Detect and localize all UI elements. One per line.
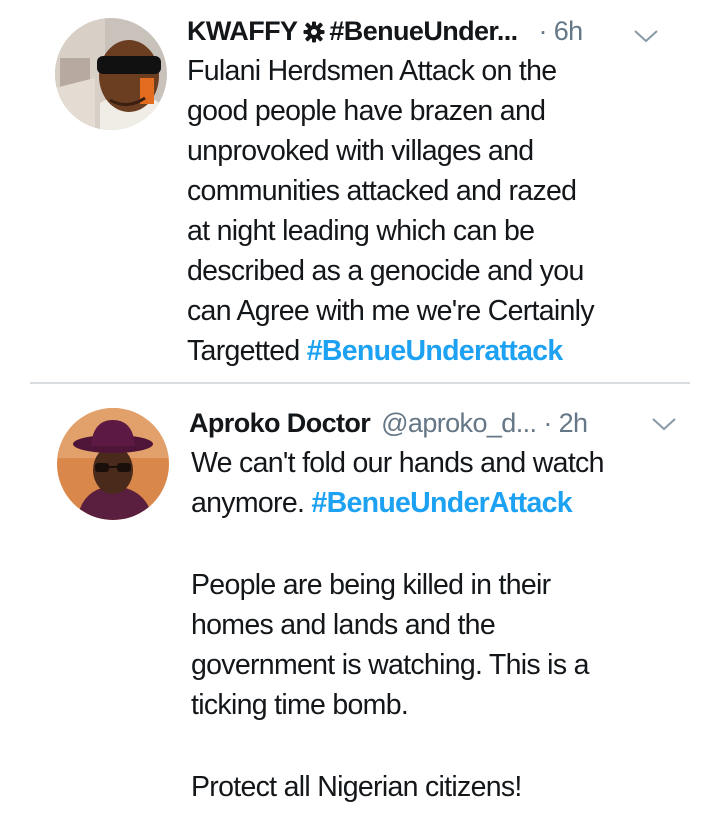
tweet-line: homes and lands and the	[191, 609, 496, 641]
chevron-down-icon[interactable]	[651, 416, 677, 437]
hashtag-link[interactable]: #BenueUnderattack	[307, 335, 563, 367]
tweet-time[interactable]: · 6h	[538, 16, 583, 46]
author-name[interactable]: Aproko Doctor	[189, 408, 371, 438]
gear-icon	[303, 17, 325, 51]
tweet-card[interactable]: KWAFFY #BenueUnder... · 6h Fulani Herdsme…	[0, 0, 720, 383]
author-handle[interactable]: @aproko_d...	[381, 408, 537, 438]
tweet-line: good people have brazen and	[187, 95, 546, 127]
tweet-line: can Agree with me we're Certainly	[187, 295, 595, 327]
tweet-text: Fulani Herdsmen Attack on the good peopl…	[187, 51, 667, 371]
author-name-suffix: #BenueUnder...	[329, 16, 518, 46]
tweet-line-text: anymore.	[191, 487, 312, 519]
tweet-line: People are being killed in their	[191, 569, 551, 601]
tweet-line: Targetted #BenueUnderattack	[187, 331, 667, 371]
tweet-text: We can't fold our hands and watch anymor…	[191, 443, 671, 807]
author-name[interactable]: KWAFFY	[187, 16, 298, 46]
tweet-card[interactable]: Aproko Doctor @aproko_d... · 2h We can't…	[0, 384, 720, 833]
tweet-line: unprovoked with villages and	[187, 135, 534, 167]
tweet-line: described as a genocide and you	[187, 255, 584, 287]
avatar[interactable]	[57, 408, 169, 520]
tweet-time[interactable]: · 2h	[543, 408, 588, 438]
tweet-line: at night leading which can be	[187, 215, 535, 247]
tweet-line: anymore. #BenueUnderAttack	[191, 483, 671, 523]
tweet-line: Protect all Nigerian citizens!	[191, 771, 522, 803]
tweet-line: We can't fold our hands and watch	[191, 447, 604, 479]
tweet-header: KWAFFY #BenueUnder... · 6h	[187, 14, 583, 51]
tweet-line: government is watching. This is a	[191, 649, 589, 681]
avatar[interactable]	[55, 18, 167, 130]
tweet-line: communities attacked and razed	[187, 175, 577, 207]
hashtag-link[interactable]: #BenueUnderAttack	[311, 487, 572, 519]
tweet-line-text: Targetted	[187, 335, 307, 367]
tweet-line: Fulani Herdsmen Attack on the	[187, 55, 557, 87]
tweet-line: ticking time bomb.	[191, 689, 409, 721]
tweet-header: Aproko Doctor @aproko_d... · 2h	[189, 406, 588, 440]
chevron-down-icon[interactable]	[633, 28, 659, 49]
